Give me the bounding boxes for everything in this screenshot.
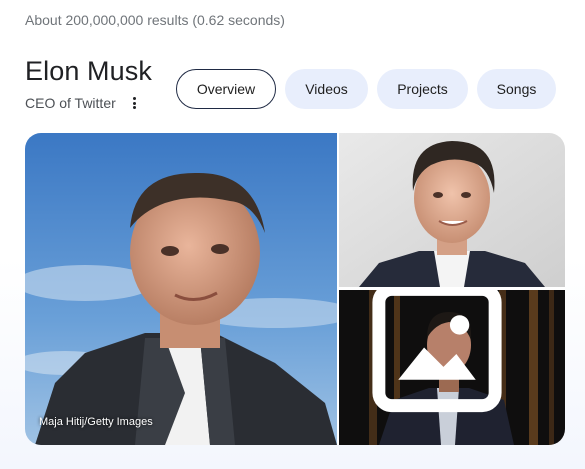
tab-overview[interactable]: Overview [176,69,276,109]
tab-videos[interactable]: Videos [285,69,368,109]
gallery-image-top-right[interactable] [339,133,565,287]
entity-subtitle: CEO of Twitter [25,95,116,111]
portrait-photo-top-right [339,133,565,287]
knowledge-panel-page: About 200,000,000 results (0.62 seconds)… [0,0,585,469]
entity-subtitle-row: CEO of Twitter [25,95,142,111]
image-gallery: Maja Hitij/Getty Images [25,133,565,445]
image-credit: Maja Hitij/Getty Images [39,416,153,428]
results-count: About 200,000,000 results (0.62 seconds) [25,12,285,28]
tab-songs[interactable]: Songs [477,69,556,109]
tab-projects[interactable]: Projects [377,69,468,109]
gallery-image-main[interactable]: Maja Hitij/Getty Images [25,133,337,445]
image-icon[interactable] [339,290,550,425]
entity-title: Elon Musk [25,56,152,86]
more-vert-icon[interactable] [128,95,142,111]
entity-tabs: Overview Videos Projects Songs [176,69,556,109]
portrait-photo-main [25,133,337,445]
gallery-image-bottom-right[interactable] [339,290,565,445]
